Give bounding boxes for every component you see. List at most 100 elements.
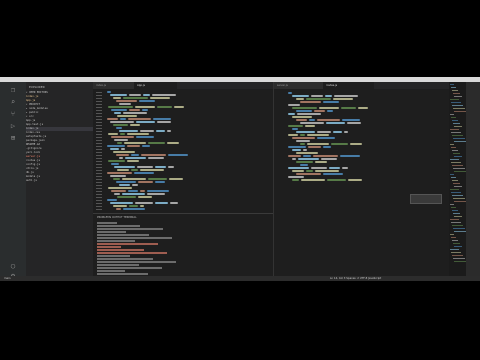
terminal-line xyxy=(97,234,149,236)
minimap-line xyxy=(451,132,461,133)
minimap-line xyxy=(452,180,458,181)
explorer-icon[interactable]: ❐ xyxy=(8,86,18,94)
code-token xyxy=(167,130,171,132)
status-bar: main Ln 14, Col 3 Spaces: 2 UTF-8 JavaSc… xyxy=(0,276,480,281)
terminal-line xyxy=(97,225,140,227)
minimap-line xyxy=(450,249,459,250)
line-number xyxy=(96,133,102,135)
code-token xyxy=(298,158,319,160)
code-token xyxy=(300,122,324,124)
code-token xyxy=(148,178,167,180)
code-token xyxy=(142,109,148,111)
extensions-icon[interactable]: ⊞ xyxy=(8,134,18,142)
code-token xyxy=(341,107,356,109)
code-token xyxy=(116,181,136,183)
minimap-line xyxy=(452,105,463,106)
line-number xyxy=(96,106,102,108)
code-token xyxy=(138,196,152,198)
code-token xyxy=(334,95,358,97)
line-number xyxy=(96,115,102,117)
code-token xyxy=(135,106,155,108)
tab-index-js[interactable]: index.js xyxy=(93,82,136,89)
line-number xyxy=(96,163,102,165)
left-editor-code[interactable] xyxy=(93,89,273,213)
terminal-line xyxy=(97,240,135,242)
minimap-line xyxy=(453,168,465,169)
code-token xyxy=(111,190,126,192)
code-token xyxy=(296,173,321,175)
code-token xyxy=(292,107,317,109)
line-number xyxy=(96,157,102,159)
code-token xyxy=(140,190,145,192)
right-editor: server.js routes.js xyxy=(273,82,450,281)
minimap[interactable] xyxy=(449,82,467,281)
minimap-line xyxy=(450,144,454,145)
minimap-line xyxy=(452,210,458,211)
right-editor-code[interactable] xyxy=(274,89,450,281)
tab-app-js[interactable]: App.js xyxy=(134,82,177,89)
minimap-line xyxy=(452,150,458,151)
minimap-line xyxy=(453,108,465,109)
code-token xyxy=(331,143,348,145)
minimap-line xyxy=(451,207,456,208)
code-token xyxy=(107,91,111,93)
sidebar-title: EXPLORER xyxy=(29,85,45,89)
minimap-line xyxy=(450,174,454,175)
code-token xyxy=(124,142,146,144)
line-number xyxy=(96,172,102,174)
terminal-line xyxy=(97,255,130,257)
code-token xyxy=(153,118,171,120)
debug-icon[interactable]: ▷ xyxy=(8,122,18,130)
code-token xyxy=(116,154,129,156)
line-number xyxy=(96,169,102,171)
code-token xyxy=(292,179,299,181)
line-number xyxy=(96,166,102,168)
minimap-line xyxy=(452,135,463,136)
source-control-icon[interactable]: ⑂ xyxy=(8,110,18,118)
line-number xyxy=(96,175,102,177)
code-token xyxy=(120,133,125,135)
code-token xyxy=(107,172,132,174)
code-token xyxy=(296,98,304,100)
code-token xyxy=(347,122,361,124)
line-number xyxy=(96,94,102,96)
code-token xyxy=(116,100,137,102)
terminal-line xyxy=(97,273,148,275)
code-token xyxy=(300,164,308,166)
code-token xyxy=(111,109,127,111)
terminal-line xyxy=(97,267,162,269)
tab-server-js[interactable]: server.js xyxy=(274,82,325,89)
account-icon[interactable]: ◯ xyxy=(8,262,18,270)
terminal-line xyxy=(97,252,167,254)
code-token xyxy=(300,143,305,145)
minimap-line xyxy=(451,222,461,223)
branch-status[interactable]: main xyxy=(4,276,10,281)
code-token xyxy=(110,175,126,177)
cursor-status[interactable]: Ln 14, Col 3 Spaces: 2 UTF-8 JavaScript xyxy=(330,276,381,281)
code-token xyxy=(307,134,329,136)
tab-routes-js[interactable]: routes.js xyxy=(323,82,374,89)
code-token xyxy=(148,157,164,159)
terminal-output[interactable] xyxy=(93,214,273,281)
file-tree-item[interactable]: auth.js xyxy=(26,179,93,183)
minimap-line xyxy=(451,162,461,163)
minimap-line xyxy=(450,84,454,85)
line-number xyxy=(96,103,102,105)
minimap-line xyxy=(451,252,461,253)
code-token xyxy=(120,118,126,120)
code-token xyxy=(129,205,138,207)
code-token xyxy=(116,208,121,210)
code-token xyxy=(110,202,133,204)
code-token xyxy=(127,145,140,147)
terminal-panel: PROBLEMS OUTPUT TERMINAL xyxy=(93,213,273,281)
code-token xyxy=(121,148,125,150)
line-number xyxy=(96,184,102,186)
code-token xyxy=(143,94,150,96)
minimap-line xyxy=(450,219,459,220)
code-token xyxy=(117,169,129,171)
code-token xyxy=(125,157,146,159)
code-token xyxy=(114,193,120,195)
code-token xyxy=(314,110,325,112)
search-icon[interactable]: ⌕ xyxy=(8,98,18,106)
left-editor-tabs: index.js App.js xyxy=(93,82,273,89)
